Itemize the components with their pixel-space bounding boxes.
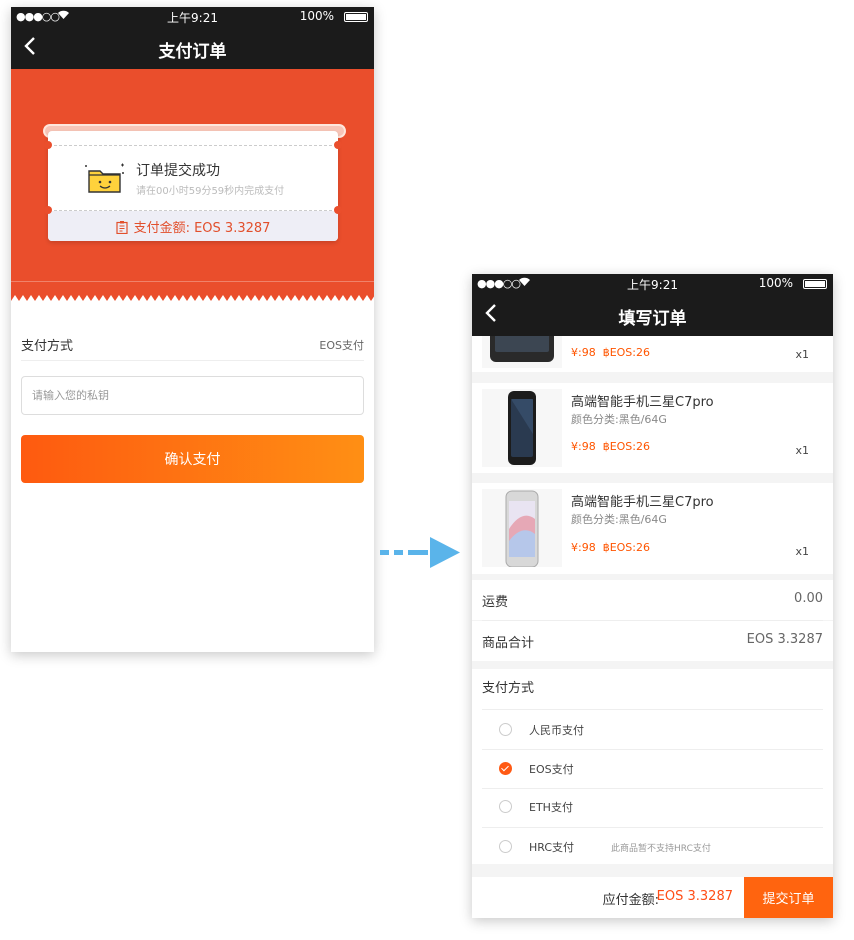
- payment-section-title: 支付方式: [482, 681, 535, 696]
- payment-method-label: 支付方式: [21, 339, 74, 354]
- product-item[interactable]: 高端智能手机三星C7pro 颜色分类:黑色/64G ¥:98 ฿EOS:26 x…: [472, 383, 833, 473]
- product-image: Galaxy C5: [482, 336, 562, 368]
- total-label: 应付金额:: [602, 893, 659, 908]
- battery-icon: [803, 279, 827, 289]
- total-value: EOS 3.3287: [656, 889, 733, 904]
- product-name: 高端智能手机三星C7pro: [571, 495, 714, 510]
- product-image: [482, 489, 562, 568]
- payment-option-hrc[interactable]: HRC支付 此商品暂不支持HRC支付: [472, 828, 833, 866]
- radio-checked-icon[interactable]: [499, 762, 512, 775]
- nav-bar: 填写订单: [472, 294, 833, 336]
- radio-unchecked-icon[interactable]: [499, 800, 512, 813]
- ticket-notch: [334, 206, 342, 214]
- nav-bar: 支付订单: [11, 27, 374, 69]
- battery-percent: 100%: [758, 276, 793, 290]
- subtotal-value: EOS 3.3287: [746, 632, 823, 647]
- subtotal-label: 商品合计: [482, 636, 535, 651]
- radio-unchecked-icon[interactable]: [499, 840, 512, 853]
- product-quantity: x1: [795, 444, 809, 457]
- payment-option-label: ETH支付: [529, 801, 573, 814]
- product-image: [482, 389, 562, 467]
- battery-percent: 100%: [299, 9, 334, 23]
- payment-amount: 支付金额: EOS 3.3287: [48, 217, 338, 236]
- payment-option-label: 人民币支付: [529, 724, 584, 737]
- payment-option-cny[interactable]: 人民币支付: [472, 711, 833, 749]
- zigzag-edge: [11, 295, 374, 307]
- payment-option-eth[interactable]: ETH支付: [472, 788, 833, 826]
- product-quantity: x1: [795, 348, 809, 361]
- success-ticket: 订单提交成功 请在00小时59分59秒内完成支付 支付金额: EOS 3.328…: [44, 131, 342, 241]
- shipping-row: 运费 0.00: [472, 580, 833, 620]
- payment-option-note: 此商品暂不支持HRC支付: [611, 844, 711, 854]
- product-price: ¥:98 ฿EOS:26: [571, 346, 650, 359]
- flow-arrow-icon: [380, 537, 460, 568]
- amount-value: EOS 3.3287: [194, 221, 271, 236]
- shipping-value: 0.00: [794, 591, 823, 606]
- product-quantity: x1: [795, 545, 809, 558]
- ticket-divider: [54, 145, 332, 146]
- order-success-banner: 订单提交成功 请在00小时59分59秒内完成支付 支付金额: EOS 3.328…: [11, 69, 374, 303]
- payment-method-row[interactable]: 支付方式 EOS支付: [21, 327, 364, 361]
- payment-method-section: 支付方式 人民币支付 EOS支付 ETH支付 HRC支付 此商品暂不支持HRC支…: [472, 669, 833, 864]
- product-spec: 颜色分类:黑色/64G: [571, 413, 667, 426]
- status-bar: ●●●○○ 上午9:21 100%: [11, 7, 374, 27]
- product-price: ¥:98 ฿EOS:26: [571, 541, 650, 554]
- submit-order-button[interactable]: 提交订单: [744, 877, 833, 918]
- product-item[interactable]: 高端智能手机三星C7pro 颜色分类:黑色/64G ¥:98 ฿EOS:26 x…: [472, 483, 833, 574]
- payment-option-eos[interactable]: EOS支付: [472, 750, 833, 788]
- payment-method-value: EOS支付: [319, 339, 364, 352]
- banner-divider: [11, 281, 374, 282]
- page-title: 支付订单: [158, 42, 227, 62]
- ticket-notch: [44, 141, 52, 149]
- product-name: 高端智能手机三星C7pro: [571, 395, 714, 410]
- smiling-folder-icon: [85, 162, 124, 194]
- radio-unchecked-icon[interactable]: [499, 723, 512, 736]
- pay-order-screen: ●●●○○ 上午9:21 100% 支付订单 订单提交成功 请在00小时59分5…: [11, 7, 374, 652]
- subtotal-row: 商品合计 EOS 3.3287: [472, 621, 833, 661]
- row-divider: [482, 709, 823, 710]
- product-item[interactable]: Galaxy C5 ¥:98 ฿EOS:26 x1: [472, 336, 833, 372]
- ticket-divider: [54, 210, 332, 211]
- payment-option-label: HRC支付: [529, 841, 575, 854]
- shipping-label: 运费: [482, 595, 509, 610]
- checkout-bar: 应付金额: EOS 3.3287 提交订单: [472, 877, 833, 918]
- order-success-title: 订单提交成功: [136, 163, 220, 179]
- confirm-pay-button[interactable]: 确认支付: [21, 435, 364, 483]
- product-spec: 颜色分类:黑色/64G: [571, 513, 667, 526]
- private-key-input[interactable]: [21, 376, 364, 415]
- battery-icon: [344, 12, 368, 22]
- ticket-notch: [334, 141, 342, 149]
- fill-order-screen: Galaxy C5 ¥:98 ฿EOS:26 x1 高端智能手机三星C7pro …: [472, 274, 833, 918]
- status-bar: ●●●○○ 上午9:21 100%: [472, 274, 833, 294]
- amount-label: 支付金额:: [133, 221, 190, 236]
- payment-countdown-hint: 请在00小时59分59秒内完成支付: [136, 186, 285, 197]
- payment-option-label: EOS支付: [529, 763, 574, 776]
- clipboard-icon: [115, 221, 128, 235]
- order-scroll-area[interactable]: Galaxy C5 ¥:98 ฿EOS:26 x1 高端智能手机三星C7pro …: [472, 336, 833, 918]
- product-price: ¥:98 ฿EOS:26: [571, 440, 650, 453]
- ticket-notch: [44, 206, 52, 214]
- page-title: 填写订单: [618, 309, 687, 329]
